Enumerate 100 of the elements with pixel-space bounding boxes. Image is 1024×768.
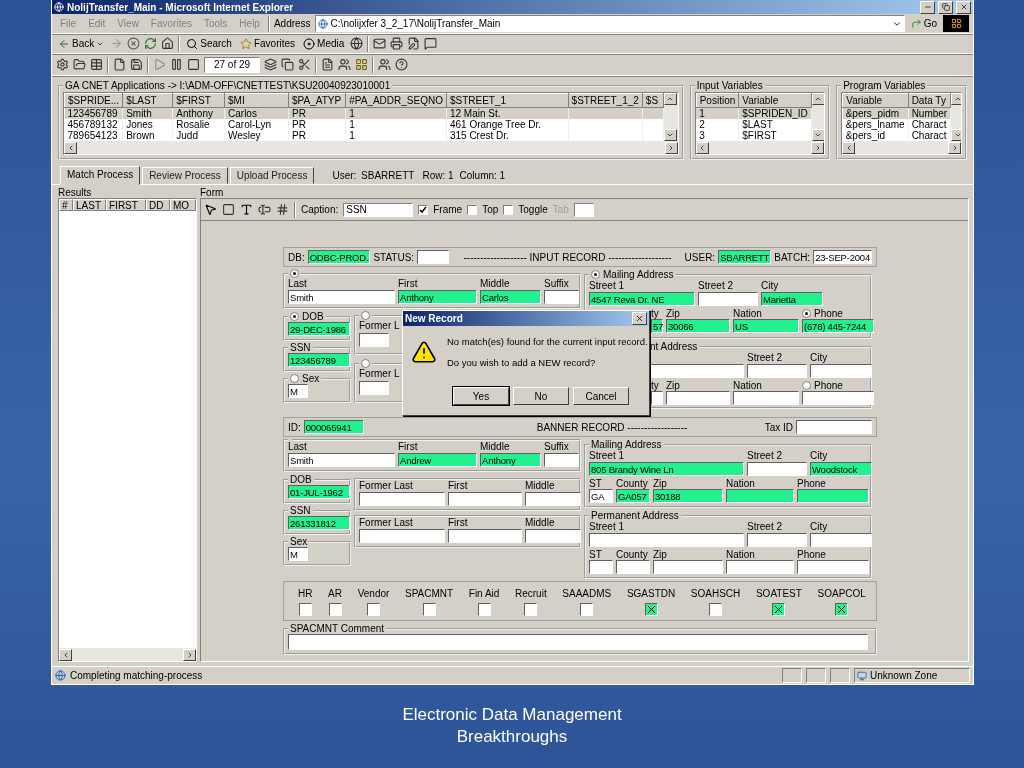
scroll-down-button[interactable] — [951, 129, 961, 141]
column-header[interactable]: $MI — [224, 93, 289, 108]
text-field[interactable]: 000065941 — [303, 420, 364, 434]
column-header[interactable]: Position — [696, 93, 739, 108]
document-icon[interactable] — [321, 58, 334, 71]
checkbox[interactable] — [524, 603, 538, 616]
text-field[interactable] — [544, 453, 579, 467]
column-header[interactable]: MO — [170, 199, 196, 211]
caption-field[interactable]: SSN — [343, 202, 414, 217]
column-header[interactable]: $S — [642, 93, 664, 108]
table-row[interactable]: 3 $FIRST — [696, 130, 812, 141]
text-field[interactable] — [802, 391, 874, 405]
vertical-scrollbar[interactable] — [951, 93, 961, 141]
text-field[interactable]: 123456789 — [288, 353, 350, 367]
text-field[interactable]: US — [733, 319, 799, 333]
column-header[interactable]: $STREET_1_2 — [568, 93, 643, 108]
text-field[interactable] — [359, 381, 389, 395]
text-field[interactable] — [651, 391, 663, 405]
radio-button[interactable] — [802, 308, 811, 318]
radio-button[interactable] — [290, 374, 299, 383]
column-header[interactable]: Variable — [842, 93, 909, 108]
stop-square-icon[interactable] — [187, 58, 200, 71]
radio-button[interactable] — [802, 380, 811, 390]
users-icon[interactable] — [338, 58, 351, 71]
globe-icon[interactable] — [350, 37, 364, 50]
text-field[interactable] — [589, 560, 613, 574]
text-field[interactable]: M — [288, 384, 308, 398]
text-field[interactable] — [747, 462, 807, 476]
checkbox[interactable] — [835, 603, 849, 616]
print-icon[interactable] — [390, 37, 404, 50]
comment-field[interactable] — [288, 634, 868, 650]
checkbox[interactable] — [328, 603, 342, 616]
data-grid[interactable]: Variable Data Ty &pers_pidm Number &pers_lname Charact &pers_id Charact — [841, 92, 962, 155]
text-field[interactable] — [726, 489, 794, 503]
mail-icon[interactable] — [373, 37, 387, 50]
text-field[interactable] — [589, 533, 744, 547]
text-field[interactable] — [797, 560, 869, 574]
radio-button[interactable] — [290, 312, 299, 321]
column-header[interactable]: $LAST — [122, 93, 173, 108]
pause-icon[interactable] — [170, 58, 183, 71]
column-header[interactable]: $PA_ATYP — [288, 93, 346, 108]
text-field[interactable] — [666, 391, 730, 405]
radio-button[interactable] — [361, 311, 370, 320]
text-field[interactable]: Smith — [288, 290, 395, 304]
discuss-icon[interactable] — [424, 37, 438, 50]
scroll-right-button[interactable] — [664, 141, 678, 154]
scroll-left-button[interactable] — [64, 141, 77, 154]
scroll-left-button[interactable] — [842, 141, 856, 154]
column-header[interactable]: $SPRIDE... — [64, 93, 123, 108]
tab[interactable]: Upload Process — [229, 167, 315, 184]
checkbox[interactable] — [477, 603, 491, 616]
column-header[interactable]: #PA_ADDR_SEQNO — [345, 93, 447, 108]
go-button[interactable]: Go — [908, 18, 939, 29]
text-field[interactable] — [810, 533, 872, 547]
text-field[interactable]: Anthony — [398, 290, 477, 304]
home-icon[interactable] — [161, 37, 175, 50]
text-field[interactable]: ODBC-PROD. — [307, 250, 371, 264]
text-field[interactable]: 261331812 — [288, 516, 350, 530]
folder-icon[interactable] — [73, 58, 86, 71]
radio-button[interactable] — [591, 270, 600, 279]
text-field[interactable] — [797, 489, 869, 503]
checkbox[interactable] — [418, 204, 429, 215]
column-header[interactable]: FIRST — [106, 199, 146, 211]
tab[interactable]: Match Process — [60, 166, 141, 185]
checkbox[interactable] — [644, 603, 658, 616]
horizontal-scrollbar[interactable] — [695, 141, 825, 154]
search-button[interactable]: Search — [184, 37, 234, 50]
column-header[interactable]: Variable — [738, 93, 812, 108]
text-field[interactable]: 30066 — [666, 319, 730, 333]
text-field[interactable]: SBARRETT — [718, 250, 772, 264]
checkbox[interactable] — [503, 204, 514, 215]
media-button[interactable]: Media — [301, 37, 347, 50]
text-field[interactable] — [698, 292, 758, 306]
column-header[interactable]: Data Ty — [908, 93, 951, 108]
text-field[interactable]: 4547 Reva Dr. NE — [589, 292, 695, 306]
scroll-left-button[interactable] — [59, 648, 72, 661]
column-header[interactable]: $FIRST — [172, 93, 225, 108]
copy-icon[interactable] — [281, 58, 294, 71]
text-field[interactable] — [359, 529, 445, 543]
checkbox[interactable] — [772, 603, 786, 616]
data-grid[interactable] — [63, 92, 679, 155]
text-field[interactable] — [796, 420, 872, 434]
scroll-up-button[interactable] — [951, 93, 961, 105]
text-field[interactable]: Woodstock — [810, 462, 872, 476]
close-button[interactable] — [956, 0, 971, 14]
text-field[interactable] — [544, 290, 579, 304]
text-field[interactable] — [810, 364, 872, 378]
checkbox[interactable] — [422, 603, 436, 616]
pointer-icon[interactable] — [204, 203, 217, 216]
record-position-field[interactable]: 27 of 29 — [204, 56, 260, 73]
text-field[interactable]: 23-SEP-2004 — [813, 250, 872, 264]
text-field[interactable]: (678) 445-7244 — [802, 319, 874, 333]
dialog-button[interactable]: Yes — [453, 387, 509, 405]
table-icon[interactable] — [90, 58, 103, 71]
text-field[interactable] — [525, 529, 581, 543]
text-field[interactable] — [525, 492, 581, 506]
text-field[interactable] — [359, 492, 445, 506]
address-field[interactable]: C:\nolijxfer 3_2_17\NolijTransfer_Main — [314, 15, 905, 32]
close-button[interactable] — [632, 312, 647, 325]
text-field[interactable]: GA — [589, 489, 613, 503]
